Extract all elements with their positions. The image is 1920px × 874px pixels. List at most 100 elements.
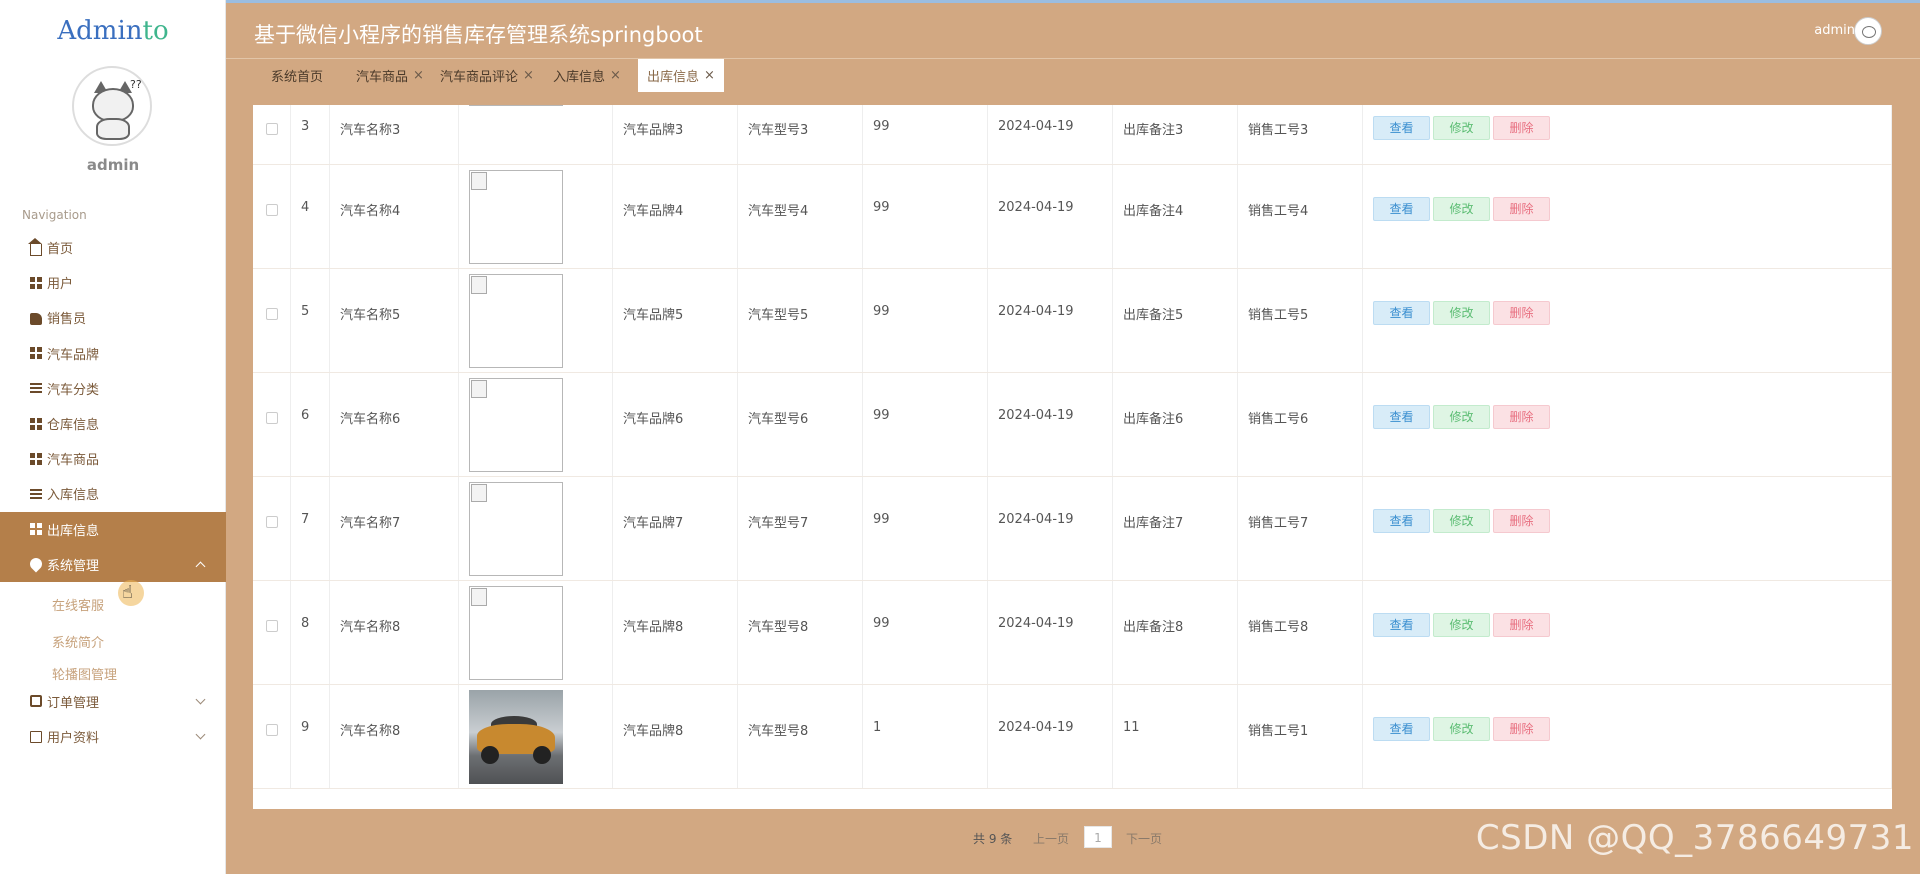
edit-button[interactable]: 修改 — [1433, 301, 1490, 325]
broken-image-icon — [469, 378, 563, 472]
header-username[interactable]: admin — [1814, 23, 1855, 38]
sidebar-item-orders[interactable]: 订单管理 — [0, 684, 226, 719]
cell-idx: 3 — [301, 119, 310, 134]
chevron-up-icon — [195, 561, 206, 572]
sidebar-item-inbound[interactable]: 入库信息 — [0, 476, 226, 511]
sidebar-item-home[interactable]: 首页 — [0, 230, 226, 265]
table-cell-image — [459, 269, 613, 372]
cell-idx: 6 — [301, 408, 310, 423]
table-cell-date: 2024-04-19 — [988, 269, 1113, 372]
cell-qty: 99 — [873, 616, 890, 631]
view-button[interactable]: 查看 — [1373, 613, 1430, 637]
cell-note: 出库备注5 — [1123, 308, 1184, 323]
table-cell-actions: 查看 修改 删除 — [1363, 105, 1892, 164]
tab-home[interactable]: 系统首页 — [271, 59, 323, 92]
sidebar-subitem-carousel[interactable]: 轮播图管理 — [0, 660, 226, 684]
table-cell-brand: 汽车品牌8 — [613, 581, 738, 684]
table-cell-model: 汽车型号7 — [738, 477, 863, 580]
sidebar-item-warehouse[interactable]: 仓库信息 — [0, 406, 226, 441]
sidebar-subitem-system-intro[interactable]: 系统简介 — [0, 623, 226, 660]
sidebar-item-label: 出库信息 — [47, 523, 100, 539]
edit-button[interactable]: 修改 — [1433, 717, 1490, 741]
header-avatar[interactable] — [1854, 17, 1882, 45]
pagination-next[interactable]: 下一页 — [1126, 830, 1162, 847]
sidebar-item-car-category[interactable]: 汽车分类 — [0, 371, 226, 406]
row-checkbox[interactable] — [266, 516, 278, 528]
tab-car-products[interactable]: 汽车商品 × — [356, 59, 424, 92]
view-button[interactable]: 查看 — [1373, 405, 1430, 429]
sidebar-item-users[interactable]: 用户 — [0, 265, 226, 300]
table-cell-staff: 销售工号8 — [1238, 581, 1363, 684]
table-cell-actions: 查看 修改 删除 — [1363, 477, 1892, 580]
close-icon[interactable]: × — [610, 68, 621, 83]
pagination-page[interactable]: 1 — [1084, 826, 1112, 848]
delete-button[interactable]: 删除 — [1493, 405, 1550, 429]
sidebar-subitem-online-service[interactable]: 在线客服 — [0, 586, 226, 623]
delete-button[interactable]: 删除 — [1493, 717, 1550, 741]
cell-brand: 汽车品牌6 — [623, 412, 684, 427]
row-checkbox[interactable] — [266, 204, 278, 216]
list-icon — [30, 487, 42, 500]
edit-button[interactable]: 修改 — [1433, 116, 1490, 140]
delete-button[interactable]: 删除 — [1493, 116, 1550, 140]
main-content: 3 汽车名称3 汽车品牌3 汽车型号3 99 2024-04-19 出库备注3 销售工号3 查看… — [226, 104, 1920, 874]
view-button[interactable]: 查看 — [1373, 717, 1430, 741]
edit-button[interactable]: 修改 — [1433, 405, 1490, 429]
tab-car-reviews[interactable]: 汽车商品评论 × — [440, 59, 534, 92]
row-checkbox[interactable] — [266, 308, 278, 320]
table-cell-note: 出库备注3 — [1113, 105, 1238, 164]
cell-brand: 汽车品牌7 — [623, 516, 684, 531]
view-button[interactable]: 查看 — [1373, 509, 1430, 533]
nav-section-title: Navigation — [22, 208, 87, 222]
close-icon[interactable]: × — [704, 68, 715, 83]
pagination-prev[interactable]: 上一页 — [1033, 830, 1069, 847]
table-cell-staff: 销售工号1 — [1238, 685, 1363, 788]
delete-button[interactable]: 删除 — [1493, 509, 1550, 533]
view-button[interactable]: 查看 — [1373, 116, 1430, 140]
table-cell-staff: 销售工号5 — [1238, 269, 1363, 372]
table-cell-staff: 销售工号4 — [1238, 165, 1363, 268]
mouse-cursor: ☝ — [118, 580, 144, 606]
delete-button[interactable]: 删除 — [1493, 613, 1550, 637]
table-cell-image — [459, 165, 613, 268]
cell-name: 汽车名称7 — [340, 516, 401, 531]
table-cell-name: 汽车名称7 — [330, 477, 459, 580]
broken-image-icon — [469, 586, 563, 680]
sidebar-item-car-brand[interactable]: 汽车品牌 — [0, 336, 226, 371]
edit-button[interactable]: 修改 — [1433, 197, 1490, 221]
edit-button[interactable]: 修改 — [1433, 509, 1490, 533]
view-button[interactable]: 查看 — [1373, 197, 1430, 221]
sidebar-item-label: 首页 — [47, 242, 74, 258]
cell-date: 2024-04-19 — [998, 512, 1074, 527]
row-checkbox[interactable] — [266, 412, 278, 424]
cell-idx: 5 — [301, 304, 310, 319]
tab-outbound[interactable]: 出库信息 × — [638, 59, 724, 92]
delete-button[interactable]: 删除 — [1493, 301, 1550, 325]
table-cell-model: 汽车型号8 — [738, 581, 863, 684]
sidebar-item-user-profile[interactable]: 用户资料 — [0, 719, 226, 754]
sidebar-item-outbound[interactable]: 出库信息 — [0, 511, 226, 547]
sidebar-item-car-products[interactable]: 汽车商品 — [0, 441, 226, 476]
table-cell-note: 11 — [1113, 685, 1238, 788]
row-checkbox[interactable] — [266, 620, 278, 632]
sidebar-item-system[interactable]: 系统管理 — [0, 546, 226, 582]
hand-pointer-icon: ☝ — [122, 582, 133, 603]
row-checkbox[interactable] — [266, 724, 278, 736]
edit-button[interactable]: 修改 — [1433, 613, 1490, 637]
sidebar-item-salesperson[interactable]: 销售员 — [0, 300, 226, 335]
table-cell-actions: 查看 修改 删除 — [1363, 581, 1892, 684]
cell-qty: 99 — [873, 119, 890, 134]
table-row: 4 汽车名称4 汽车品牌4 汽车型号4 99 2024-04-19 出库备注4 销售工号4 查看… — [253, 165, 1892, 269]
tab-inbound[interactable]: 入库信息 × — [553, 59, 621, 92]
delete-button[interactable]: 删除 — [1493, 197, 1550, 221]
close-icon[interactable]: × — [413, 68, 424, 83]
close-icon[interactable]: × — [523, 68, 534, 83]
cell-date: 2024-04-19 — [998, 304, 1074, 319]
table-cell-date: 2024-04-19 — [988, 477, 1113, 580]
view-button[interactable]: 查看 — [1373, 301, 1430, 325]
table-cell-chk — [253, 477, 291, 580]
cell-model: 汽车型号3 — [748, 123, 809, 138]
cell-note: 出库备注3 — [1123, 123, 1184, 138]
row-checkbox[interactable] — [266, 123, 278, 135]
cell-idx: 7 — [301, 512, 310, 527]
